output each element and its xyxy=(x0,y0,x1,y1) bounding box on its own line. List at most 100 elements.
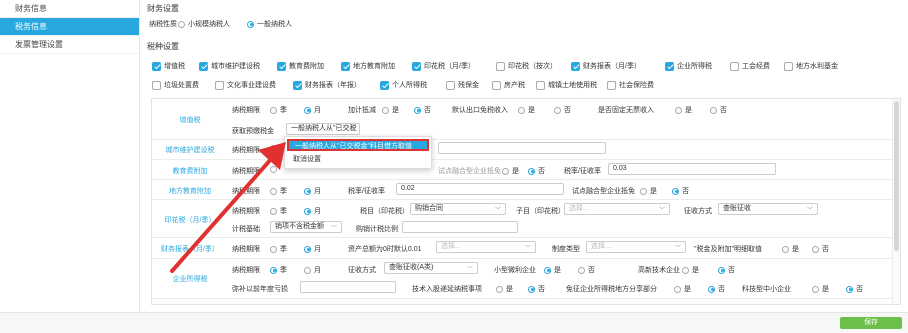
report-amount-select[interactable]: 选择... ﹀ xyxy=(436,241,536,253)
cit-share-yes[interactable]: 是 xyxy=(674,284,691,294)
cit-tech-no[interactable]: 否 xyxy=(528,284,545,294)
cit-hightech-no[interactable]: 否 xyxy=(718,265,735,275)
save-button[interactable]: 保存 xyxy=(840,317,902,329)
checkbox-checked-icon[interactable] xyxy=(665,61,674,71)
radio-checked-icon[interactable] xyxy=(304,106,311,114)
checkbox-checked-icon[interactable] xyxy=(341,61,350,71)
cit-sme-no[interactable]: 否 xyxy=(846,284,863,294)
vat-nodoc-yes[interactable]: 是 xyxy=(675,105,692,115)
radio-checked-icon[interactable] xyxy=(708,285,715,293)
vat-plus-no[interactable]: 否 xyxy=(414,105,431,115)
tax-checkbox-disability[interactable]: 残保金 xyxy=(446,80,479,90)
local-edu-pilot-yes[interactable]: 是 xyxy=(640,186,657,196)
tax-checkbox-local-edu[interactable]: 地方教育附加 xyxy=(341,61,395,71)
tax-checkbox-property[interactable]: 房产税 xyxy=(492,80,525,90)
radio-icon[interactable] xyxy=(640,187,647,195)
checkbox-icon[interactable] xyxy=(730,61,739,71)
panel-scrollbar[interactable] xyxy=(892,99,900,304)
radio-icon[interactable] xyxy=(270,245,277,253)
stamp-subitem-select[interactable]: 选择... ﹀ xyxy=(564,203,670,215)
radio-icon[interactable] xyxy=(518,106,525,114)
cit-period-quarter[interactable]: 季 xyxy=(270,265,287,275)
cit-sme-yes[interactable]: 是 xyxy=(812,284,829,294)
stamp-period-quarter[interactable]: 季 xyxy=(270,206,287,216)
tax-checkbox-iit[interactable]: 个人所得税 xyxy=(380,80,427,90)
vat-period-quarter[interactable]: 季 xyxy=(270,105,287,115)
edu-pilot-yes[interactable]: 是 xyxy=(502,166,519,176)
report-period-month[interactable]: 月 xyxy=(304,244,321,254)
radio-icon[interactable] xyxy=(682,266,689,274)
tax-checkbox-vat[interactable]: 增值税 xyxy=(152,61,185,71)
checkbox-icon[interactable] xyxy=(496,61,505,71)
radio-icon[interactable] xyxy=(710,106,717,114)
cit-small-no[interactable]: 否 xyxy=(578,265,595,275)
sidebar-item-invoice-settings[interactable]: 发票管理设置 xyxy=(0,36,139,54)
vat-nodoc-no[interactable]: 否 xyxy=(710,105,727,115)
tax-checkbox-stamp-period[interactable]: 印花税（月/季） xyxy=(412,61,475,71)
taxpayer-small-option[interactable]: 小规模纳税人 xyxy=(178,19,230,29)
radio-icon[interactable] xyxy=(270,187,277,195)
edu-period-quarter[interactable] xyxy=(270,166,277,173)
radio-checked-icon[interactable] xyxy=(270,266,277,274)
sidebar-item-tax-info[interactable]: 税务信息 xyxy=(0,18,139,36)
cit-makeup-input[interactable] xyxy=(300,281,396,293)
radio-checked-icon[interactable] xyxy=(304,187,311,195)
radio-icon[interactable] xyxy=(502,167,509,175)
stamp-item-select[interactable]: 购销合同 ﹀ xyxy=(410,203,506,215)
tax-checkbox-garbage-fee[interactable]: 垃圾处置费 xyxy=(152,80,199,90)
tax-checkbox-report-period[interactable]: 财务报表（月/季） xyxy=(571,61,641,71)
tax-checkbox-edu[interactable]: 教育费附加 xyxy=(277,61,324,71)
radio-icon[interactable] xyxy=(178,20,185,28)
stamp-period-month[interactable]: 月 xyxy=(304,206,321,216)
radio-checked-icon[interactable] xyxy=(672,187,679,195)
radio-icon[interactable] xyxy=(304,266,311,274)
checkbox-checked-icon[interactable] xyxy=(293,80,302,90)
cit-period-month[interactable]: 月 xyxy=(304,265,321,275)
vat-export-no[interactable]: 否 xyxy=(554,105,571,115)
city-period-quarter[interactable] xyxy=(270,145,277,152)
radio-icon[interactable] xyxy=(578,266,585,274)
radio-icon[interactable] xyxy=(270,207,277,215)
radio-checked-icon[interactable] xyxy=(528,285,535,293)
checkbox-icon[interactable] xyxy=(492,80,501,90)
local-edu-rate-input[interactable]: 0.02 xyxy=(396,183,564,195)
tax-checkbox-report-annual[interactable]: 财务报表（年报） xyxy=(293,80,361,90)
vat-export-yes[interactable]: 是 xyxy=(518,105,535,115)
checkbox-icon[interactable] xyxy=(446,80,455,90)
radio-checked-icon[interactable] xyxy=(304,245,311,253)
radio-checked-icon[interactable] xyxy=(247,20,254,28)
checkbox-checked-icon[interactable] xyxy=(199,61,208,71)
tax-checkbox-stamp-once[interactable]: 印花税（按次） xyxy=(496,61,557,71)
stamp-basis-select[interactable]: 销项不含税金额 ﹀ xyxy=(270,221,342,233)
radio-checked-icon[interactable] xyxy=(846,285,853,293)
cit-hightech-yes[interactable]: 是 xyxy=(682,265,699,275)
dropdown-option-debit[interactable]: 一般纳税人从"已交税金"科目借方取值 xyxy=(287,139,429,151)
radio-icon[interactable] xyxy=(812,285,819,293)
cit-method-select[interactable]: 查账征收(A类) ﹀ xyxy=(384,262,478,274)
checkbox-checked-icon[interactable] xyxy=(152,61,161,71)
vat-plus-yes[interactable]: 是 xyxy=(382,105,399,115)
radio-icon[interactable] xyxy=(674,285,681,293)
local-edu-pilot-no[interactable]: 否 xyxy=(672,186,689,196)
report-period-quarter[interactable]: 季 xyxy=(270,244,287,254)
radio-checked-icon[interactable] xyxy=(414,106,421,114)
vat-prepay-select[interactable]: 一般纳税人从"已交税 ︿ xyxy=(286,123,360,135)
radio-icon[interactable] xyxy=(270,106,277,114)
taxpayer-general-option[interactable]: 一般纳税人 xyxy=(247,19,292,29)
report-detail-yes[interactable]: 是 xyxy=(782,244,799,254)
tax-checkbox-land-use[interactable]: 城镇土地使用税 xyxy=(536,80,597,90)
dropdown-option-cancel[interactable]: 取消设置 xyxy=(287,154,429,166)
radio-icon[interactable] xyxy=(270,166,277,173)
radio-checked-icon[interactable] xyxy=(304,207,311,215)
city-rate-input[interactable] xyxy=(438,142,606,154)
cit-share-no[interactable]: 否 xyxy=(708,284,725,294)
local-edu-period-quarter[interactable]: 季 xyxy=(270,186,287,196)
checkbox-icon[interactable] xyxy=(607,80,616,90)
cit-small-yes[interactable]: 是 xyxy=(544,265,561,275)
radio-checked-icon[interactable] xyxy=(528,167,535,175)
radio-icon[interactable] xyxy=(554,106,561,114)
radio-checked-icon[interactable] xyxy=(718,266,725,274)
edu-rate-input[interactable]: 0.03 xyxy=(608,163,776,175)
checkbox-icon[interactable] xyxy=(536,80,545,90)
tax-checkbox-social-insurance[interactable]: 社会保险费 xyxy=(607,80,654,90)
